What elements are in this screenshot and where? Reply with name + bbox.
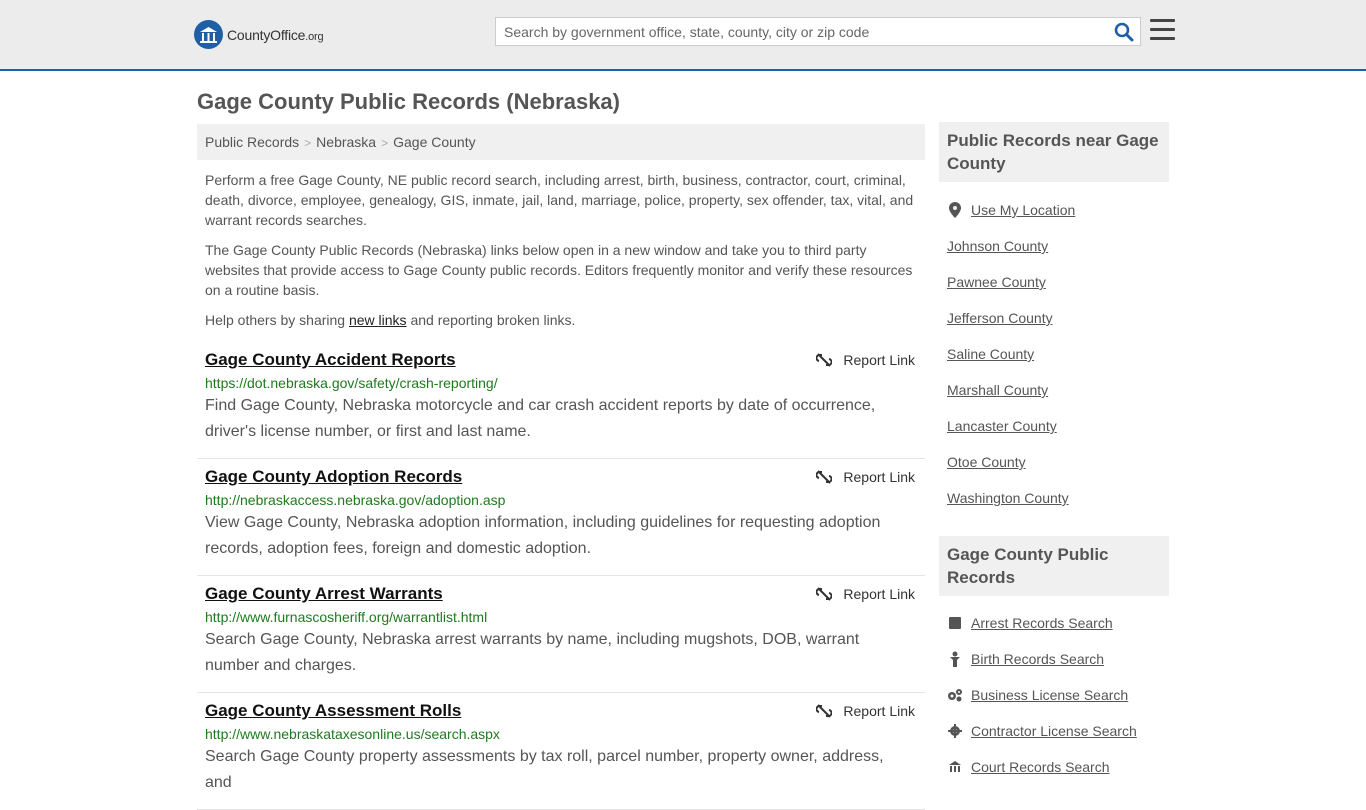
- logo-main-text: CountyOffice: [227, 26, 306, 43]
- record-item: Gage County Adoption Records Report Link…: [197, 459, 925, 576]
- search-box: [495, 17, 1141, 46]
- report-link-button[interactable]: Report Link: [816, 469, 915, 485]
- logo-text: CountyOffice.org: [227, 26, 324, 43]
- record-url[interactable]: http://www.nebraskataxesonline.us/search…: [205, 726, 917, 742]
- intro-paragraph-2: The Gage County Public Records (Nebraska…: [205, 242, 913, 298]
- near-county-link[interactable]: Saline County: [947, 336, 1169, 372]
- new-links-link[interactable]: new links: [349, 312, 407, 328]
- breadcrumb: Public Records > Nebraska > Gage County: [197, 124, 925, 160]
- record-description: Find Gage County, Nebraska motorcycle an…: [205, 397, 876, 440]
- report-link-label: Report Link: [843, 469, 915, 485]
- near-county-link[interactable]: Otoe County: [947, 444, 1169, 480]
- near-county-label: Saline County: [947, 346, 1035, 362]
- court-icon: [947, 759, 963, 775]
- contractor-icon: [947, 723, 963, 739]
- records-list: Gage County Accident Reports Report Link…: [197, 342, 925, 810]
- map-pin-icon: [947, 202, 963, 218]
- breadcrumb-item-public-records[interactable]: Public Records: [205, 134, 299, 150]
- near-county-label: Lancaster County: [947, 418, 1057, 434]
- county-records-list: Arrest Records Search Birth Records Sear…: [947, 605, 1169, 785]
- report-link-label: Report Link: [843, 352, 915, 368]
- broken-link-icon: [816, 470, 833, 484]
- intro-text: Perform a free Gage County, NE public re…: [205, 170, 920, 340]
- near-county-label: Jefferson County: [947, 310, 1053, 326]
- arrest-icon: [947, 615, 963, 631]
- record-title-link[interactable]: Gage County Assessment Rolls: [205, 701, 461, 721]
- near-county-label: Otoe County: [947, 454, 1026, 470]
- arrest-records-label: Arrest Records Search: [971, 615, 1113, 631]
- contractor-license-link[interactable]: Contractor License Search: [947, 713, 1169, 749]
- record-item: Gage County Arrest Warrants Report Link …: [197, 576, 925, 693]
- contractor-license-label: Contractor License Search: [971, 723, 1137, 739]
- near-county-link[interactable]: Jefferson County: [947, 300, 1169, 336]
- search-input[interactable]: [496, 18, 1096, 45]
- court-records-link[interactable]: Court Records Search: [947, 749, 1169, 785]
- record-title-link[interactable]: Gage County Arrest Warrants: [205, 584, 443, 604]
- site-header: CountyOffice.org: [0, 0, 1366, 71]
- intro-paragraph-1: Perform a free Gage County, NE public re…: [205, 172, 914, 228]
- business-license-link[interactable]: Business License Search: [947, 677, 1169, 713]
- report-link-button[interactable]: Report Link: [816, 703, 915, 719]
- birth-records-link[interactable]: Birth Records Search: [947, 641, 1169, 677]
- record-description: Search Gage County property assessments …: [205, 748, 884, 791]
- record-item: Gage County Accident Reports Report Link…: [197, 342, 925, 459]
- intro-help-text: Help others by sharing: [205, 312, 349, 328]
- report-link-button[interactable]: Report Link: [816, 352, 915, 368]
- broken-link-icon: [816, 353, 833, 367]
- use-my-location-label: Use My Location: [971, 202, 1076, 218]
- record-url[interactable]: https://dot.nebraska.gov/safety/crash-re…: [205, 375, 917, 391]
- arrest-records-link[interactable]: Arrest Records Search: [947, 605, 1169, 641]
- near-county-link[interactable]: Johnson County: [947, 228, 1169, 264]
- record-item: Gage County Assessment Rolls Report Link…: [197, 693, 925, 810]
- hamburger-menu-icon[interactable]: [1150, 19, 1175, 41]
- record-description: View Gage County, Nebraska adoption info…: [205, 514, 881, 557]
- report-link-label: Report Link: [843, 703, 915, 719]
- record-url[interactable]: http://nebraskaccess.nebraska.gov/adopti…: [205, 492, 917, 508]
- record-title-link[interactable]: Gage County Accident Reports: [205, 350, 456, 370]
- near-county-label: Pawnee County: [947, 274, 1046, 290]
- breadcrumb-separator-icon: >: [304, 136, 312, 150]
- near-county-label: Johnson County: [947, 238, 1049, 254]
- near-county-link[interactable]: Pawnee County: [947, 264, 1169, 300]
- logo-suffix-text: .org: [305, 30, 324, 43]
- record-description: Search Gage County, Nebraska arrest warr…: [205, 631, 860, 674]
- breadcrumb-item-gage-county: Gage County: [393, 134, 476, 150]
- business-icon: [947, 687, 963, 703]
- near-county-link[interactable]: Washington County: [947, 480, 1169, 516]
- broken-link-icon: [816, 587, 833, 601]
- business-license-label: Business License Search: [971, 687, 1129, 703]
- record-title-link[interactable]: Gage County Adoption Records: [205, 467, 462, 487]
- intro-help-text-end: and reporting broken links.: [406, 312, 576, 328]
- birth-records-label: Birth Records Search: [971, 651, 1105, 667]
- near-county-label: Washington County: [947, 490, 1069, 506]
- report-link-button[interactable]: Report Link: [816, 586, 915, 602]
- breadcrumb-separator-icon: >: [381, 136, 389, 150]
- search-button[interactable]: [1114, 22, 1134, 42]
- search-icon: [1114, 22, 1134, 42]
- near-county-link[interactable]: Lancaster County: [947, 408, 1169, 444]
- site-logo[interactable]: CountyOffice.org: [194, 20, 324, 49]
- record-url[interactable]: http://www.furnascosheriff.org/warrantli…: [205, 609, 917, 625]
- page-title: Gage County Public Records (Nebraska): [197, 89, 620, 114]
- near-county-link[interactable]: Marshall County: [947, 372, 1169, 408]
- near-county-label: Marshall County: [947, 382, 1049, 398]
- report-link-label: Report Link: [843, 586, 915, 602]
- use-my-location-link[interactable]: Use My Location: [947, 192, 1169, 228]
- breadcrumb-item-nebraska[interactable]: Nebraska: [316, 134, 376, 150]
- county-records-heading: Gage County Public Records: [939, 536, 1169, 596]
- birth-icon: [947, 651, 963, 667]
- intro-paragraph-3: Help others by sharing new links and rep…: [205, 310, 920, 330]
- court-records-label: Court Records Search: [971, 759, 1110, 775]
- near-counties-list: Use My Location Johnson County Pawnee Co…: [947, 192, 1169, 516]
- broken-link-icon: [816, 704, 833, 718]
- near-records-heading: Public Records near Gage County: [939, 122, 1169, 182]
- logo-seal-icon: [194, 20, 223, 49]
